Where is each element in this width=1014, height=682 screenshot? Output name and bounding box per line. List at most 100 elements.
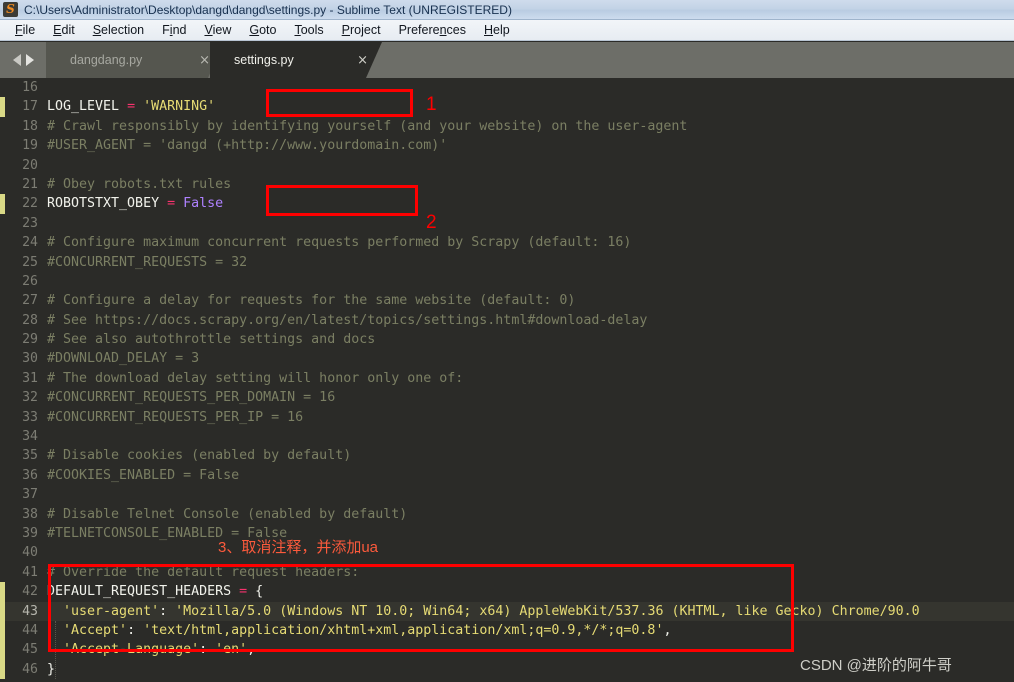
code-text[interactable]: # Configure a delay for requests for the…	[47, 291, 1014, 310]
menu-find-rest: nd	[172, 23, 187, 37]
code-line[interactable]: 32 #CONCURRENT_REQUESTS_PER_DOMAIN = 16	[0, 388, 1014, 407]
menu-find[interactable]: Find	[153, 20, 195, 40]
tab-settings-py[interactable]: settings.py ×	[210, 42, 382, 78]
line-number: 18	[22, 118, 38, 134]
title-bar: C:\Users\Administrator\Desktop\dangd\dan…	[0, 0, 1014, 20]
line-number: 34	[22, 429, 38, 445]
code-token: #CONCURRENT_REQUESTS_PER_IP = 16	[47, 409, 304, 425]
code-text[interactable]: #USER_AGENT = 'dangd (+http://www.yourdo…	[47, 136, 1014, 155]
code-text[interactable]: #COOKIES_ENABLED = False	[47, 466, 1014, 485]
modified-line-marker	[0, 97, 5, 117]
menu-view[interactable]: View	[195, 20, 240, 40]
code-line[interactable]: 18 # Crawl responsibly by identifying you…	[0, 117, 1014, 136]
code-line[interactable]: 16	[0, 78, 1014, 97]
code-text[interactable]: }	[47, 660, 1014, 679]
line-number: 27	[22, 293, 38, 309]
menu-selection[interactable]: Selection	[84, 20, 153, 40]
code-text[interactable]: # See https://docs.scrapy.org/en/latest/…	[47, 311, 1014, 330]
code-text[interactable]: 'Accept-Language': 'en',	[47, 640, 1014, 659]
code-line[interactable]: 28 # See https://docs.scrapy.org/en/lates…	[0, 311, 1014, 330]
tab-close-icon[interactable]: ×	[171, 54, 210, 67]
code-line[interactable]: 36 #COOKIES_ENABLED = False	[0, 466, 1014, 485]
code-line[interactable]: 39 #TELNETCONSOLE_ENABLED = False	[0, 524, 1014, 543]
code-line[interactable]: 40	[0, 543, 1014, 562]
line-number: 20	[22, 157, 38, 173]
code-token: #DOWNLOAD_DELAY = 3	[47, 351, 200, 367]
code-area[interactable]: 16 17 LOG_LEVEL = 'WARNING' 18 # Crawl respo…	[0, 78, 1014, 682]
code-line[interactable]: 34	[0, 427, 1014, 446]
line-number: 42	[22, 584, 38, 600]
code-line[interactable]: 41 # Override the default request headers…	[0, 563, 1014, 582]
code-line[interactable]: 44 'Accept': 'text/html,application/xhtm…	[0, 620, 1014, 641]
code-text[interactable]: #TELNETCONSOLE_ENABLED = False	[47, 524, 1014, 543]
code-line[interactable]: 42 DEFAULT_REQUEST_HEADERS = {	[0, 582, 1014, 602]
tab-dangdang-py[interactable]: dangdang.py ×	[46, 42, 224, 78]
code-text[interactable]: ROBOTSTXT_OBEY = False	[47, 194, 1014, 213]
code-line[interactable]: 35 # Disable cookies (enabled by default)	[0, 446, 1014, 465]
menu-file[interactable]: File	[6, 20, 44, 40]
line-number: 39	[22, 525, 38, 541]
code-text[interactable]: # Configure maximum concurrent requests …	[47, 233, 1014, 252]
code-text[interactable]: DEFAULT_REQUEST_HEADERS = {	[47, 582, 1014, 601]
code-line[interactable]: 24 # Configure maximum concurrent request…	[0, 233, 1014, 252]
tab-prev-arrow-icon[interactable]	[12, 54, 21, 66]
code-text[interactable]: # Crawl responsibly by identifying yours…	[47, 117, 1014, 136]
code-line[interactable]: 38 # Disable Telnet Console (enabled by d…	[0, 505, 1014, 524]
code-line[interactable]: 19 #USER_AGENT = 'dangd (+http://www.your…	[0, 136, 1014, 155]
line-number: 37	[22, 487, 38, 503]
code-line[interactable]: 31 # The download delay setting will hono…	[0, 369, 1014, 388]
code-line[interactable]: 30 #DOWNLOAD_DELAY = 3	[0, 349, 1014, 368]
code-text[interactable]: #CONCURRENT_REQUESTS = 32	[47, 253, 1014, 272]
tab-navigation[interactable]	[0, 42, 46, 78]
code-line[interactable]: 27 # Configure a delay for requests for t…	[0, 291, 1014, 310]
code-line[interactable]: 29 # See also autothrottle settings and d…	[0, 330, 1014, 349]
code-text[interactable]: 'user-agent': 'Mozilla/5.0 (Windows NT 1…	[47, 602, 1014, 621]
modified-line-marker	[0, 601, 5, 621]
tab-label: settings.py	[234, 53, 294, 67]
code-line[interactable]: 17 LOG_LEVEL = 'WARNING'	[0, 97, 1014, 117]
modified-line-marker	[0, 582, 5, 602]
code-text[interactable]: #CONCURRENT_REQUESTS_PER_DOMAIN = 16	[47, 388, 1014, 407]
menu-tools[interactable]: Tools	[285, 20, 332, 40]
menu-help[interactable]: Help	[475, 20, 519, 40]
code-token: # See also autothrottle settings and doc…	[47, 332, 376, 348]
code-line[interactable]: 33 #CONCURRENT_REQUESTS_PER_IP = 16	[0, 408, 1014, 427]
code-token: 'WARNING'	[143, 99, 216, 115]
tab-close-icon[interactable]: ×	[329, 54, 368, 67]
tab-next-arrow-icon[interactable]	[25, 54, 34, 66]
menu-goto[interactable]: Goto	[240, 20, 285, 40]
line-number: 29	[22, 332, 38, 348]
code-line[interactable]: 46}	[0, 659, 1014, 680]
code-line[interactable]: 45 'Accept-Language': 'en',	[0, 640, 1014, 660]
code-line[interactable]: 37	[0, 485, 1014, 504]
code-line[interactable]: 43 'user-agent': 'Mozilla/5.0 (Windows N…	[0, 601, 1014, 621]
code-text[interactable]: # The download delay setting will honor …	[47, 369, 1014, 388]
code-text[interactable]: LOG_LEVEL = 'WARNING'	[47, 97, 1014, 116]
code-line[interactable]: 26	[0, 272, 1014, 291]
code-line[interactable]: 23	[0, 214, 1014, 233]
line-number: 38	[22, 506, 38, 522]
menu-project[interactable]: Project	[333, 20, 390, 40]
code-token: {	[255, 584, 264, 600]
code-text[interactable]: #DOWNLOAD_DELAY = 3	[47, 349, 1014, 368]
menu-preferences[interactable]: Preferences	[390, 20, 475, 40]
code-token: ,	[663, 622, 672, 638]
menu-edit[interactable]: Edit	[44, 20, 84, 40]
code-text[interactable]: # Obey robots.txt rules	[47, 175, 1014, 194]
code-text[interactable]: # Override the default request headers:	[47, 563, 1014, 582]
code-token: ,	[247, 642, 256, 658]
code-text[interactable]: # See also autothrottle settings and doc…	[47, 330, 1014, 349]
code-text[interactable]: #CONCURRENT_REQUESTS_PER_IP = 16	[47, 408, 1014, 427]
code-text[interactable]: 'Accept': 'text/html,application/xhtml+x…	[47, 621, 1014, 640]
code-text[interactable]: # Disable Telnet Console (enabled by def…	[47, 505, 1014, 524]
editor-pane[interactable]: 16 17 LOG_LEVEL = 'WARNING' 18 # Crawl respo…	[0, 78, 1014, 682]
code-line[interactable]: 21 # Obey robots.txt rules	[0, 175, 1014, 194]
code-text[interactable]: # Disable cookies (enabled by default)	[47, 446, 1014, 465]
code-line[interactable]: 22 ROBOTSTXT_OBEY = False	[0, 194, 1014, 214]
code-line[interactable]: 20	[0, 156, 1014, 175]
code-line[interactable]: 25 #CONCURRENT_REQUESTS = 32	[0, 253, 1014, 272]
